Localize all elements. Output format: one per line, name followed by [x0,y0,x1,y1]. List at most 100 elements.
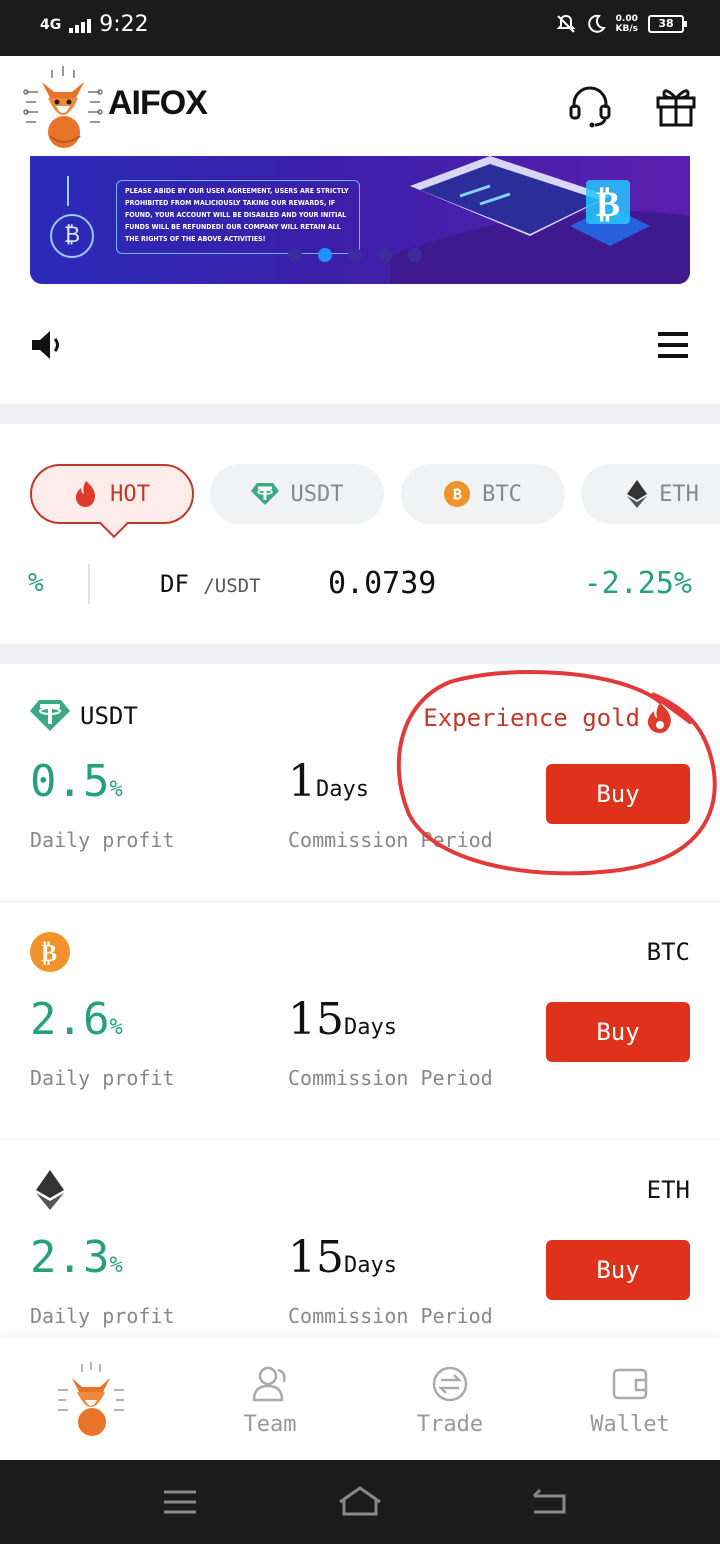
ticker-pair: DF /USDT [160,570,261,598]
nav-label: Team [243,1412,297,1437]
price-ticker[interactable]: % DF /USDT 0.0739 -2.25% [0,556,720,612]
signal-icon [69,17,92,33]
tab-btc[interactable]: ₿ BTC [401,464,565,524]
banner-pagination[interactable] [288,248,422,262]
speaker-icon[interactable] [30,328,66,362]
rate-value: 0.5 [30,756,110,807]
commission-period-label: Commission Period [288,828,493,852]
trade-icon [432,1366,468,1402]
promo-banner[interactable]: ₿ ₿ Please abide by our user agreement, … [30,156,690,284]
svg-text:₿: ₿ [41,939,57,967]
days-value: 15 [288,994,344,1045]
ticker-change: -2.25% [583,566,692,601]
commission-days: 1Days [288,756,369,807]
team-icon [252,1366,286,1402]
nav-wallet[interactable]: Wallet [540,1338,720,1460]
days-value: 1 [288,756,316,807]
brand-name: AIFOX [108,84,208,122]
home-logo-icon [58,1362,124,1436]
buy-button[interactable]: Buy [546,1002,690,1062]
bitcoin-icon: ₿ [444,481,471,507]
nav-home[interactable] [0,1338,180,1460]
tab-label: USDT [290,481,344,507]
daily-profit-label: Daily profit [30,1066,175,1090]
rate-value: 2.3 [30,1232,110,1283]
home-icon[interactable] [336,1482,384,1522]
ticker-divider [88,564,90,604]
app-header: AIFOX [0,56,720,156]
menu-icon[interactable] [658,330,688,360]
daily-profit-rate: 0.5% [30,756,123,807]
svg-text:₿: ₿ [596,184,620,225]
banner-dot[interactable] [288,248,302,262]
recent-apps-icon[interactable] [162,1482,198,1522]
daily-profit-label: Daily profit [30,828,175,852]
system-nav-bar [0,1460,720,1544]
status-right: 0.00 KB/s 38 [556,14,687,34]
fox-logo-icon [23,66,103,148]
mute-bell-icon [556,14,575,33]
daily-profit-rate: 2.3% [30,1232,123,1283]
gift-icon[interactable] [654,84,698,128]
ethereum-icon [36,1170,64,1210]
status-left: 4G 9:22 [40,12,149,37]
flame-icon [75,481,96,507]
rate-unit: % [109,1015,123,1040]
status-time: 9:22 [99,12,149,37]
ticker-price: 0.0739 [328,566,437,601]
banner-dot-active[interactable] [318,248,332,262]
tab-label: BTC [482,481,522,507]
net-speed: 0.00 KB/s [616,14,638,34]
section-divider [0,644,720,664]
back-icon[interactable] [530,1482,570,1522]
commission-period-label: Commission Period [288,1304,493,1328]
flame-icon [647,703,671,733]
banner-dot[interactable] [348,248,362,262]
status-bar: 4G 9:22 0.00 KB/s 38 [0,0,720,56]
tether-icon [250,483,279,505]
banner-dot[interactable] [378,248,392,262]
daily-profit-label: Daily profit [30,1304,175,1328]
rate-unit: % [109,777,123,802]
coin-name: ETH [646,1176,690,1204]
days-unit: Days [316,777,369,802]
tether-icon [30,700,70,731]
bitcoin-outline-icon: ₿ [50,214,94,258]
buy-button[interactable]: Buy [546,764,690,824]
nav-label: Wallet [590,1412,670,1437]
network-type: 4G [40,16,62,33]
ticker-base: DF [160,570,189,598]
tab-hot[interactable]: HOT [30,464,194,524]
product-card-btc: ₿ BTC 2.6% 15Days Daily profit Commissio… [0,902,720,1140]
rate-value: 2.6 [30,994,110,1045]
commission-period-label: Commission Period [288,1066,493,1090]
customer-service-icon[interactable] [568,84,612,128]
tab-usdt[interactable]: USDT [210,464,384,524]
ticker-prev-fragment: % [28,568,44,598]
tab-label: HOT [110,481,150,507]
wallet-icon [612,1368,648,1400]
daily-profit-rate: 2.6% [30,994,123,1045]
battery-icon: 38 [648,15,687,33]
ticker-quote: /USDT [203,575,261,597]
banner-notice: Please abide by our user agreement, user… [116,180,360,254]
coin-name: USDT [80,702,138,730]
net-speed-unit: KB/s [615,24,638,34]
nav-team[interactable]: Team [180,1338,360,1460]
banner-dot[interactable] [408,248,422,262]
bitcoin-icon: ₿ [30,932,70,972]
commission-days: 15Days [288,1232,397,1283]
net-speed-value: 0.00 [615,14,638,24]
product-card-eth: ETH 2.3% 15Days Daily profit Commission … [0,1140,720,1338]
buy-button[interactable]: Buy [546,1240,690,1300]
nav-trade[interactable]: Trade [360,1338,540,1460]
moon-icon [587,14,606,33]
commission-days: 15Days [288,994,397,1045]
nav-label: Trade [416,1412,484,1437]
product-card-usdt: USDT Experience gold 0.5% 1Days Daily pr… [0,664,720,902]
section-divider [0,404,720,424]
coin-name: BTC [646,938,690,966]
bottom-nav: Team Trade Wallet [0,1338,720,1460]
days-value: 15 [288,1232,344,1283]
tab-eth[interactable]: ETH [581,464,720,524]
